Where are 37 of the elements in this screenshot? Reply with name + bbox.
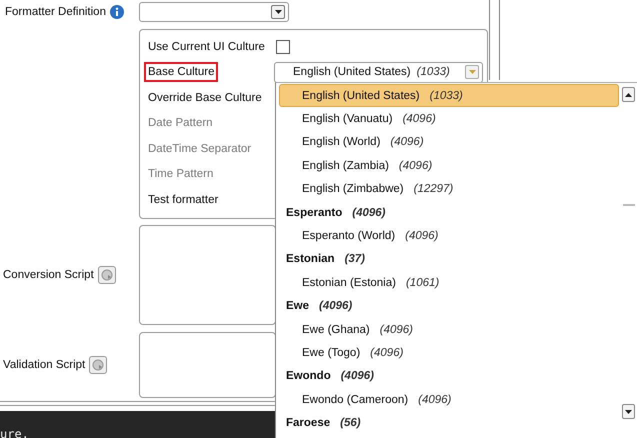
field-label: Base Culture (144, 62, 218, 82)
dropdown-item[interactable]: English (Zambia) (4096) (279, 154, 619, 178)
dropdown-item[interactable]: Esperanto (4096) (279, 200, 619, 224)
checkbox[interactable] (276, 40, 290, 54)
run-script-button[interactable] (89, 356, 108, 374)
dropdown-item[interactable]: Faroese (56) (279, 411, 619, 435)
dropdown-item[interactable]: English (United States) (1033) (279, 84, 619, 108)
dropdown-item[interactable]: Esperanto (World) (4096) (279, 224, 619, 248)
formatter-combo-box[interactable] (139, 2, 289, 22)
field-label: Date Pattern (147, 116, 214, 132)
field-label: Formatter Definition (5, 6, 106, 18)
caret-icon (625, 92, 632, 96)
run-script-button[interactable] (98, 266, 116, 284)
caret-icon (468, 70, 476, 74)
field-label: Conversion Script (3, 269, 94, 281)
dropdown-item[interactable]: English (Zimbabwe) (12297) (279, 178, 619, 201)
dropdown-item[interactable]: Ewe (Togo) (4096) (279, 341, 619, 365)
scroll-down-button[interactable] (622, 404, 635, 419)
field-label: DateTime Separator (147, 142, 252, 157)
caret-icon (274, 10, 282, 14)
info-icon (110, 4, 124, 18)
field-label: Test formatter (147, 192, 220, 208)
field-label: Use Current UI Culture (147, 40, 266, 55)
field-label: Time Pattern (147, 167, 214, 182)
dropdown-item[interactable]: Estonian (Estonia) (1061) (279, 271, 619, 295)
dropdown-item[interactable]: English (Vanuatu) (4096) (279, 107, 619, 131)
field-label: Override Base Culture (147, 90, 263, 106)
field-label: Validation Script (3, 359, 86, 371)
dropdown-item[interactable]: Ewondo (Cameroon) (4096) (279, 388, 619, 412)
dropdown-item[interactable]: Estonian (37) (279, 248, 619, 272)
console-text: ure. (0, 427, 29, 438)
dropdown-item[interactable]: Ewe (4096) (279, 294, 619, 318)
dropdown-item[interactable]: English (World) (4096) (279, 130, 619, 154)
dropdown-item[interactable]: Ewe (Ghana) (4096) (279, 318, 619, 342)
dropdown-item[interactable]: Ewondo (4096) (279, 364, 619, 388)
caret-icon (625, 410, 632, 414)
scroll-up-button[interactable] (622, 87, 635, 102)
